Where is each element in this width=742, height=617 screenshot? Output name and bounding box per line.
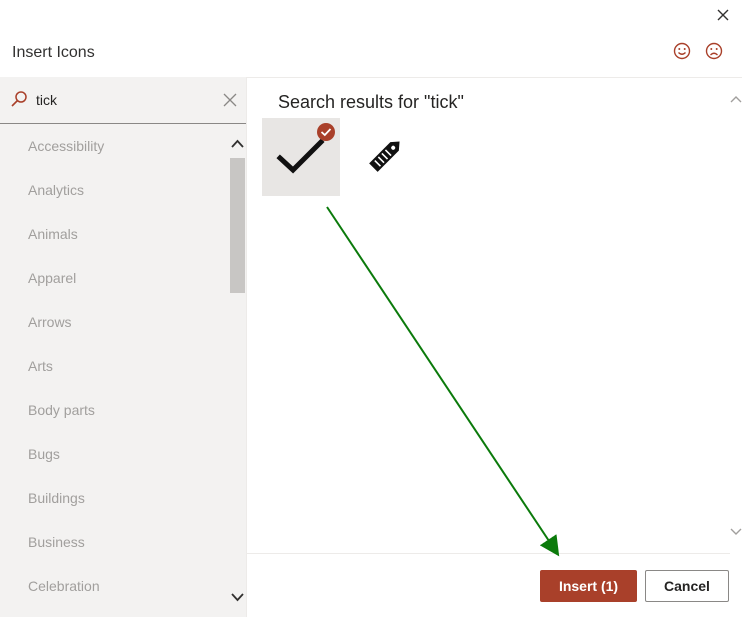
chevron-up-icon[interactable]	[230, 137, 245, 151]
category-item-bugs[interactable]: Bugs	[28, 446, 60, 462]
category-item-business[interactable]: Business	[28, 534, 85, 550]
dialog-title: Insert Icons	[12, 44, 95, 61]
category-item-arrows[interactable]: Arrows	[28, 314, 72, 330]
results-scroll-up-icon[interactable]	[730, 92, 742, 106]
footer-divider	[247, 553, 730, 554]
header-divider	[247, 77, 742, 78]
results-title: Search results for "tick"	[278, 92, 464, 112]
selected-check-badge-icon	[317, 123, 335, 141]
price-tag-icon	[369, 141, 400, 172]
category-item-celebration[interactable]: Celebration	[28, 578, 100, 594]
category-item-apparel[interactable]: Apparel	[28, 270, 76, 286]
clear-search-icon[interactable]	[222, 92, 238, 108]
frown-feedback-icon[interactable]	[704, 41, 724, 61]
search-input[interactable]	[36, 89, 211, 111]
search-icon	[11, 91, 27, 107]
panel-divider	[246, 77, 247, 617]
smile-feedback-icon[interactable]	[672, 41, 692, 61]
category-item-body-parts[interactable]: Body parts	[28, 402, 95, 418]
category-item-animals[interactable]: Animals	[28, 226, 78, 242]
close-icon[interactable]	[713, 5, 733, 25]
category-list: Accessibility Analytics Animals Apparel …	[0, 124, 230, 617]
category-item-arts[interactable]: Arts	[28, 358, 53, 374]
category-item-buildings[interactable]: Buildings	[28, 490, 85, 506]
category-item-analytics[interactable]: Analytics	[28, 182, 84, 198]
result-tile-price-tag[interactable]	[346, 118, 424, 196]
category-item-accessibility[interactable]: Accessibility	[28, 138, 104, 154]
results-scroll-down-icon[interactable]	[730, 525, 742, 539]
insert-button[interactable]: Insert (1)	[540, 570, 637, 602]
cancel-button[interactable]: Cancel	[645, 570, 729, 602]
category-scrollbar-thumb[interactable]	[230, 158, 245, 293]
chevron-down-icon[interactable]	[230, 590, 245, 604]
